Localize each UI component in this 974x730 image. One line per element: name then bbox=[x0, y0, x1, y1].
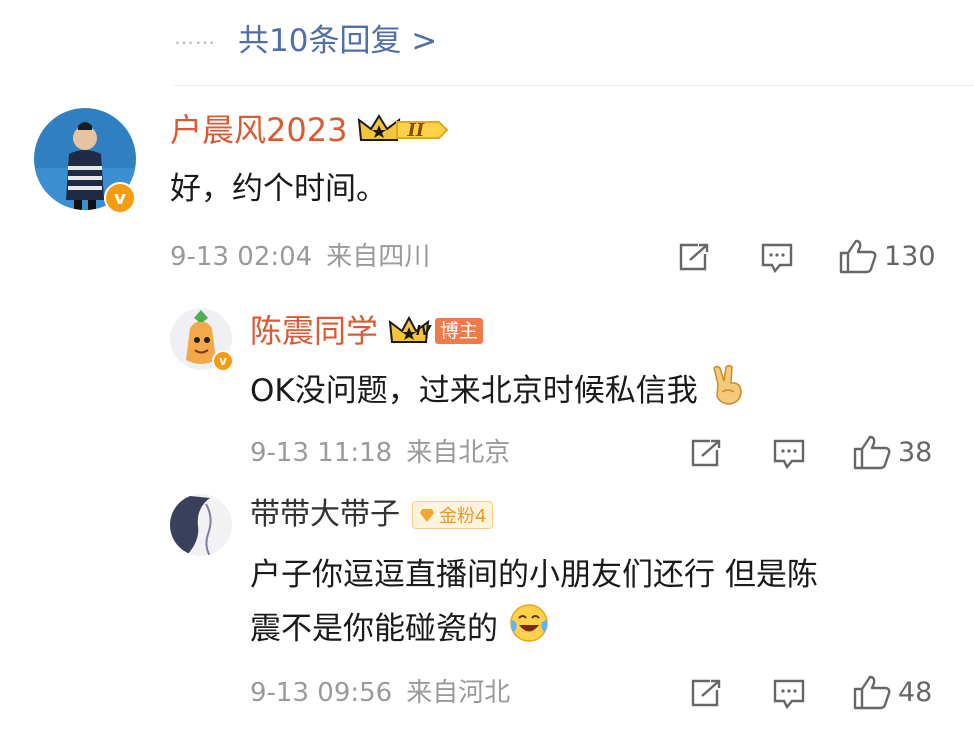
comment-icon[interactable] bbox=[772, 678, 806, 710]
share-icon[interactable] bbox=[678, 242, 710, 272]
avatar[interactable] bbox=[170, 494, 232, 556]
comment-meta: 9-13 11:18 来自北京 bbox=[250, 440, 524, 466]
username[interactable]: 户晨风2023 bbox=[170, 114, 347, 146]
avatar[interactable]: v bbox=[34, 108, 136, 214]
comment-meta: 9-13 02:04 来自四川 bbox=[170, 244, 444, 270]
divider bbox=[174, 85, 974, 86]
level-crown-badge: II bbox=[357, 112, 466, 148]
level-crown-badge: IV bbox=[388, 314, 431, 348]
like-icon bbox=[839, 239, 877, 274]
ellipsis-dots: …… bbox=[174, 25, 216, 49]
comment-date: 9-13 09:56 bbox=[250, 678, 393, 708]
comment-header: 户晨风2023 II bbox=[170, 112, 466, 148]
gem-icon bbox=[420, 509, 434, 522]
blogger-badge: 博主 bbox=[434, 318, 483, 344]
comment-text: 户子你逗逗直播间的小朋友们还行 但是陈 bbox=[250, 557, 818, 593]
like-button[interactable]: 38 bbox=[852, 434, 932, 470]
comment-location: 来自河北 bbox=[406, 678, 511, 708]
like-button[interactable]: 48 bbox=[852, 674, 932, 710]
reply-thread: …… 共10条回复 > v 户晨风2023 II 好，约个时间。 9-13 02… bbox=[0, 0, 974, 730]
comment-date: 9-13 11:18 bbox=[250, 438, 393, 468]
comment-location: 来自北京 bbox=[406, 438, 511, 468]
username[interactable]: 陈震同学 bbox=[250, 315, 378, 347]
comment-header: 带带大带子 金粉4 bbox=[250, 500, 494, 530]
like-count: 38 bbox=[898, 436, 933, 468]
comment-text: 好，约个时间。 bbox=[170, 171, 387, 207]
comment-text: 震不是你能碰瓷的 bbox=[250, 611, 498, 647]
comment-icon[interactable] bbox=[760, 242, 794, 274]
comment-meta: 9-13 09:56 来自河北 bbox=[250, 680, 524, 706]
share-icon[interactable] bbox=[690, 438, 722, 468]
more-replies-row[interactable]: …… 共10条回复 > bbox=[174, 14, 437, 60]
like-count: 130 bbox=[884, 240, 936, 272]
victory-hand-icon bbox=[708, 364, 748, 421]
avatar[interactable]: v bbox=[170, 308, 234, 372]
verified-badge-icon: v bbox=[104, 182, 136, 214]
fan-badge: 金粉4 bbox=[412, 501, 494, 529]
comment-date: 9-13 02:04 bbox=[170, 242, 313, 272]
like-button[interactable]: 130 bbox=[838, 238, 936, 274]
comment-header: 陈震同学 IV 博主 bbox=[250, 314, 483, 348]
username[interactable]: 带带大带子 bbox=[250, 500, 400, 530]
like-count: 48 bbox=[898, 676, 933, 708]
laugh-cry-icon bbox=[508, 602, 550, 659]
comment-text-row: 震不是你能碰瓷的 bbox=[250, 602, 550, 659]
crown-icon bbox=[358, 114, 449, 141]
comment-text-row: OK没问题，过来北京时候私信我 bbox=[250, 364, 748, 421]
share-icon[interactable] bbox=[690, 678, 722, 708]
comment-text: OK没问题，过来北京时候私信我 bbox=[250, 373, 698, 409]
verified-badge-icon: v bbox=[212, 350, 234, 372]
comment-location: 来自四川 bbox=[326, 242, 431, 272]
like-icon bbox=[853, 675, 891, 710]
comment-icon[interactable] bbox=[772, 438, 806, 470]
more-replies-link[interactable]: 共10条回复 > bbox=[238, 15, 437, 60]
like-icon bbox=[853, 435, 891, 470]
